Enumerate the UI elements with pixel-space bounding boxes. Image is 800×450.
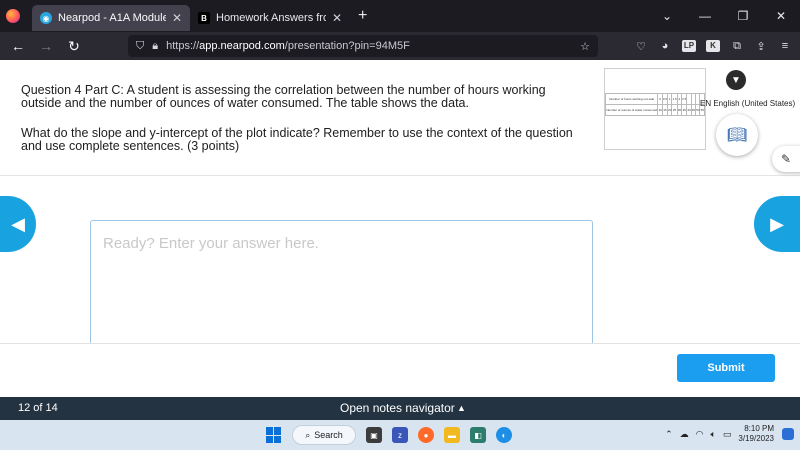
restore-icon[interactable]: ❐ (724, 9, 762, 23)
page-count: 12 of 14 (18, 402, 58, 414)
cloud-icon[interactable]: ☁ (680, 429, 689, 440)
nearpod-icon: ◉ (40, 12, 52, 24)
question-text: Question 4 Part C: A student is assessin… (21, 83, 546, 110)
chevron-down-icon[interactable]: ⌄ (648, 9, 686, 23)
open-notes-navigator-button[interactable]: Open notes navigator (340, 401, 455, 415)
tab-close-icon[interactable]: ✕ (172, 11, 182, 25)
submit-button[interactable]: Submit (677, 354, 775, 382)
question-panel: Question 4 Part C: A student is assessin… (0, 60, 800, 176)
answer-placeholder: Ready? Enter your answer here. (103, 235, 319, 252)
zoom-icon[interactable]: z (392, 427, 408, 443)
forward-arrow-icon[interactable]: → (34, 38, 58, 54)
clock-date: 3/19/2023 (738, 434, 774, 443)
table-cell: Number of ounces of water consumed (604, 104, 659, 116)
battery-icon[interactable]: ▭ (723, 429, 732, 440)
lock-icon[interactable]: 🔒︎ (152, 40, 158, 53)
data-table-thumbnail[interactable]: Number of hours working out-side 0 0.5 1… (604, 68, 706, 150)
edge-icon[interactable]: ◐ (496, 427, 512, 443)
clock-time: 8:10 PM (744, 424, 774, 433)
notification-icon[interactable] (782, 428, 794, 440)
question-instructions: What do the slope and y-intercept of the… (21, 126, 573, 153)
answer-textarea[interactable]: Ready? Enter your answer here. (90, 220, 593, 344)
menu-icon[interactable]: ≡ (778, 40, 792, 52)
notes-edit-icon[interactable]: ✎ (772, 146, 800, 172)
search-icon: ⌕ (305, 429, 311, 440)
url-bar[interactable]: ⛉ 🔒︎ https://app.nearpod.com/presentatio… (128, 35, 598, 57)
system-tray: ⌃ ☁ ◠ 🔈︎ ▭ 8:10 PM 3/19/2023 (665, 424, 774, 444)
new-tab-button[interactable]: + (358, 7, 367, 25)
reload-icon[interactable]: ↻ (62, 38, 86, 55)
tab-close-icon[interactable]: ✕ (332, 11, 342, 25)
shield-icon[interactable]: ⛉ (136, 40, 144, 53)
collapse-chevron-icon[interactable]: ▼ (726, 70, 746, 90)
table-cell: Number of hours working out-side (604, 93, 659, 105)
toolbar-icons: ♡ ◕ LP K ⧉ ⇪ ≡ (634, 32, 792, 60)
clock[interactable]: 8:10 PM 3/19/2023 (738, 424, 774, 444)
browser-nav-bar: ← → ↻ ⛉ 🔒︎ https://app.nearpod.com/prese… (0, 32, 800, 60)
brainly-icon: B (198, 12, 210, 24)
taskbar-apps: ⌕ Search ▣ z ● ▬ ◧ ◐ (266, 425, 512, 445)
language-label[interactable]: EN English (United States) (700, 99, 795, 108)
data-table: Number of hours working out-side 0 0.5 1… (604, 93, 705, 116)
caret-up-icon[interactable]: ▲ (457, 403, 466, 413)
extension-avatar-icon[interactable]: ◕ (658, 40, 672, 52)
puzzle-icon[interactable]: ⧉ (730, 40, 744, 53)
url-path: /presentation?pin=94M5F (284, 40, 410, 52)
pocket-icon[interactable]: ♡ (634, 40, 648, 53)
window-controls: ⌄ — ❐ ✕ (648, 0, 800, 32)
tab-title: Nearpod - A1A Module 3 Part 2 (58, 12, 166, 24)
extension-badge[interactable]: LP (682, 40, 696, 52)
chevron-up-icon[interactable]: ⌃ (665, 429, 673, 440)
browser-tab-bar: ◉ Nearpod - A1A Module 3 Part 2 ✕ B Home… (0, 0, 800, 32)
windows-start-icon[interactable] (266, 427, 282, 443)
file-explorer-icon[interactable]: ▬ (444, 427, 460, 443)
immersive-reader-icon[interactable]: 📖︎ (716, 114, 758, 156)
table-row: Number of ounces of water consumed 10 15… (604, 104, 705, 116)
share-icon[interactable]: ⇪ (754, 40, 768, 53)
firefox-taskbar-icon[interactable]: ● (418, 427, 434, 443)
firefox-icon[interactable] (0, 0, 26, 32)
table-row: Number of hours working out-side 0 0.5 1… (604, 93, 705, 105)
back-arrow-icon[interactable]: ← (6, 38, 30, 54)
notes-navigator-bar: 12 of 14 Open notes navigator ▲ (0, 397, 800, 420)
url-protocol: https:// (166, 40, 200, 52)
tab-homework-answers[interactable]: B Homework Answers from Subject ✕ (190, 5, 350, 31)
task-view-icon[interactable]: ▣ (366, 427, 382, 443)
volume-icon[interactable]: 🔈︎ (710, 429, 715, 440)
minimize-icon[interactable]: — (686, 9, 724, 23)
taskbar-search[interactable]: ⌕ Search (292, 425, 356, 445)
microsoft-store-icon[interactable]: ◧ (470, 427, 486, 443)
extension-badge[interactable]: K (706, 40, 720, 52)
taskbar-search-label: Search (314, 430, 343, 440)
tab-title: Homework Answers from Subject (216, 12, 326, 24)
url-host: app.nearpod.com (199, 40, 285, 52)
url-text[interactable]: https://app.nearpod.com/presentation?pin… (166, 40, 572, 52)
bookmark-star-icon[interactable]: ☆ (580, 40, 590, 53)
tab-nearpod[interactable]: ◉ Nearpod - A1A Module 3 Part 2 ✕ (32, 5, 190, 31)
close-window-icon[interactable]: ✕ (762, 9, 800, 23)
wifi-icon[interactable]: ◠ (696, 429, 704, 440)
windows-taskbar: ⌕ Search ▣ z ● ▬ ◧ ◐ ⌃ ☁ ◠ 🔈︎ ▭ 8:10 PM … (0, 420, 800, 450)
